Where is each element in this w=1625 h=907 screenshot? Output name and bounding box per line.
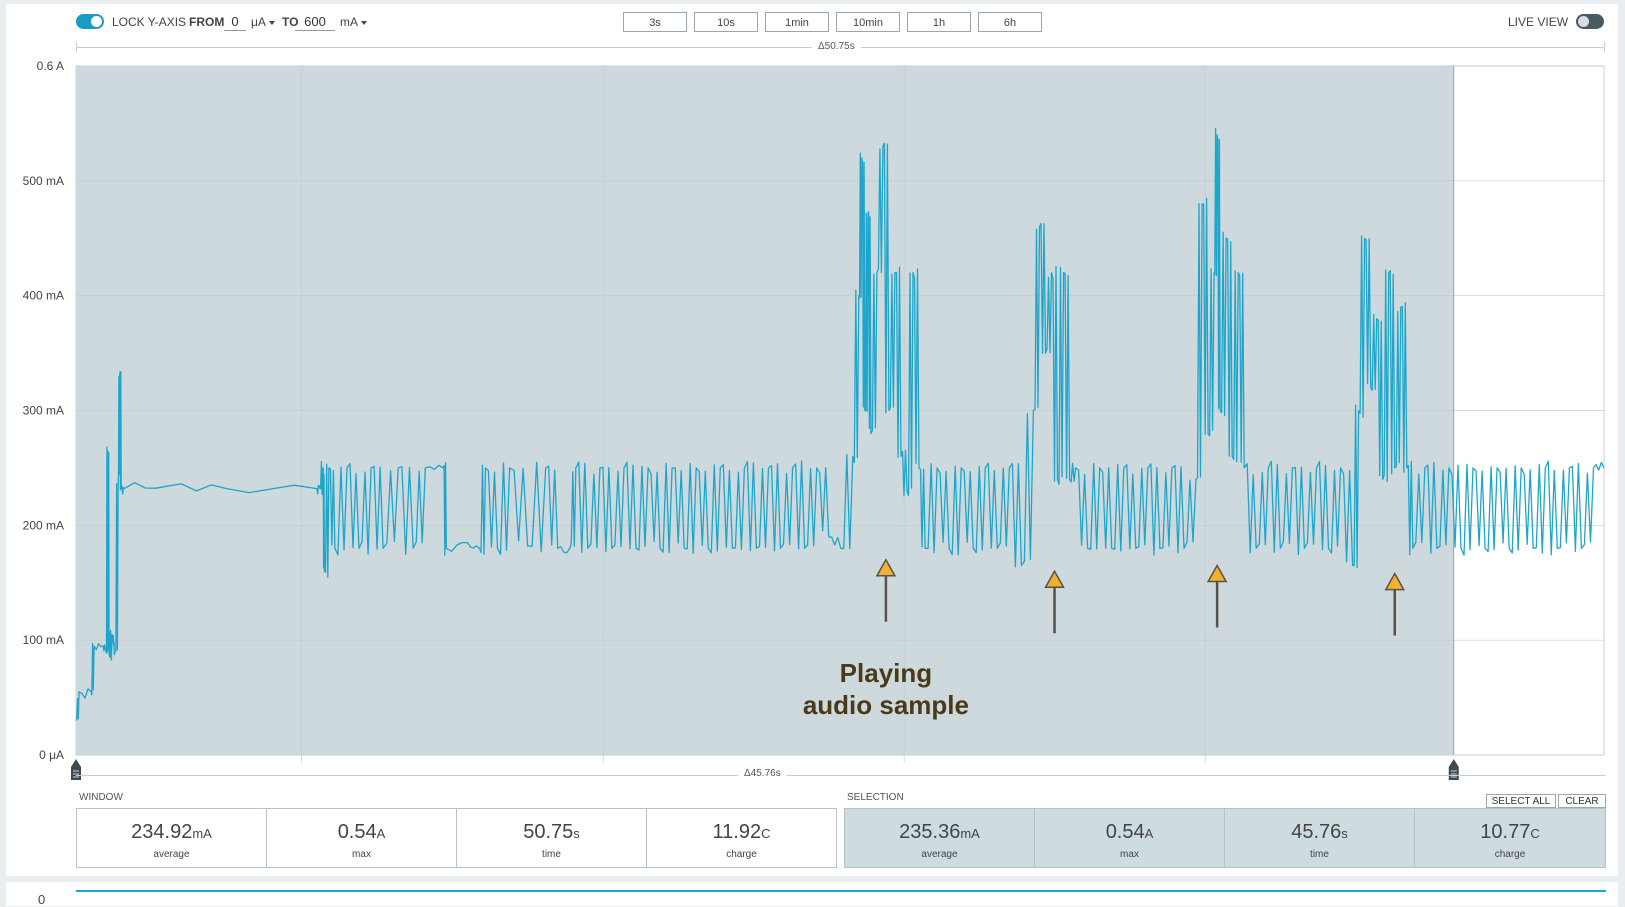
stat-caption: max	[352, 849, 371, 860]
stat-value: 10.77C	[1415, 821, 1605, 844]
selection-span-label: Δ45.76s	[738, 768, 787, 779]
stat-caption: charge	[726, 849, 757, 860]
stat-unit: A	[1144, 826, 1154, 841]
stat-unit: A	[376, 826, 386, 841]
stat-unit: mA	[192, 826, 212, 841]
digital-channels-panel	[6, 882, 1618, 906]
y-tick-label: 0.6 A	[37, 59, 64, 73]
window-stat-average: 234.92mA average	[76, 808, 267, 868]
stat-number: 234.92	[131, 821, 193, 843]
y-tick-label: 300 mA	[23, 404, 64, 418]
y-tick-label: 100 mA	[23, 633, 64, 647]
stat-value: 50.75s	[457, 821, 646, 844]
selection-stat-max: 0.54A max	[1034, 808, 1225, 868]
annotation-text-line2: audio sample	[803, 690, 969, 720]
y-axis-ticks: 0 μA 100 mA 200 mA 300 mA 400 mA 500 mA 0.6 A	[23, 59, 64, 762]
selection-stat-charge: 10.77C charge	[1414, 808, 1606, 868]
window-stat-charge: 11.92C charge	[646, 808, 837, 868]
digital-channel-line	[76, 890, 1606, 892]
y-tick-label: 0 μA	[39, 748, 64, 762]
stat-value: 234.92mA	[77, 821, 266, 844]
stat-caption: time	[542, 849, 561, 860]
stat-number: 45.76	[1291, 821, 1342, 843]
selection-stat-time: 45.76s time	[1224, 808, 1415, 868]
stat-value: 235.36mA	[845, 821, 1034, 844]
selection-end-handle[interactable]	[1448, 759, 1459, 780]
stat-caption: average	[921, 849, 958, 860]
window-stat-max: 0.54A max	[266, 808, 457, 868]
power-profiler-app: LOCK Y-AXIS FROM μA TO mA 3s 10s 1min 10…	[0, 0, 1625, 907]
stat-unit: C	[761, 826, 771, 841]
stat-number: 50.75	[523, 821, 574, 843]
selection-stats-title: SELECTION	[847, 792, 904, 803]
selection-start-handle[interactable]	[71, 759, 81, 780]
y-tick-label: 400 mA	[23, 289, 64, 303]
annotation-text-line1: Playing	[840, 658, 932, 688]
window-stats-title: WINDOW	[79, 792, 123, 803]
selection-span-line	[76, 775, 1605, 776]
selection-stat-average: 235.36mA average	[844, 808, 1035, 868]
stat-value: 0.54A	[267, 821, 456, 844]
stat-unit: s	[1341, 826, 1348, 841]
clear-selection-button[interactable]: CLEAR	[1558, 794, 1606, 808]
stat-value: 11.92C	[647, 821, 836, 844]
current-chart[interactable]: 0 μA100 mA200 mA300 mA400 mA500 mA0.6 A …	[0, 0, 1625, 780]
digital-axis-label: 0	[38, 892, 46, 907]
stat-value: 0.54A	[1035, 821, 1224, 844]
stat-caption: time	[1310, 849, 1329, 860]
stat-unit: mA	[960, 826, 980, 841]
stat-number: 11.92	[712, 821, 762, 843]
stat-number: 235.36	[899, 821, 961, 843]
stat-unit: C	[1530, 826, 1540, 841]
stat-value: 45.76s	[1225, 821, 1414, 844]
window-stat-time: 50.75s time	[456, 808, 647, 868]
stat-caption: average	[153, 849, 190, 860]
stat-number: 0.54	[1105, 821, 1145, 843]
y-tick-label: 200 mA	[23, 518, 64, 532]
stat-caption: charge	[1494, 849, 1526, 860]
stat-caption: max	[1120, 849, 1139, 860]
stat-number: 10.77	[1480, 821, 1531, 843]
y-tick-label: 500 mA	[23, 174, 64, 188]
select-all-button[interactable]: SELECT ALL	[1486, 794, 1556, 808]
stat-unit: s	[573, 826, 580, 841]
stat-number: 0.54	[337, 821, 377, 843]
